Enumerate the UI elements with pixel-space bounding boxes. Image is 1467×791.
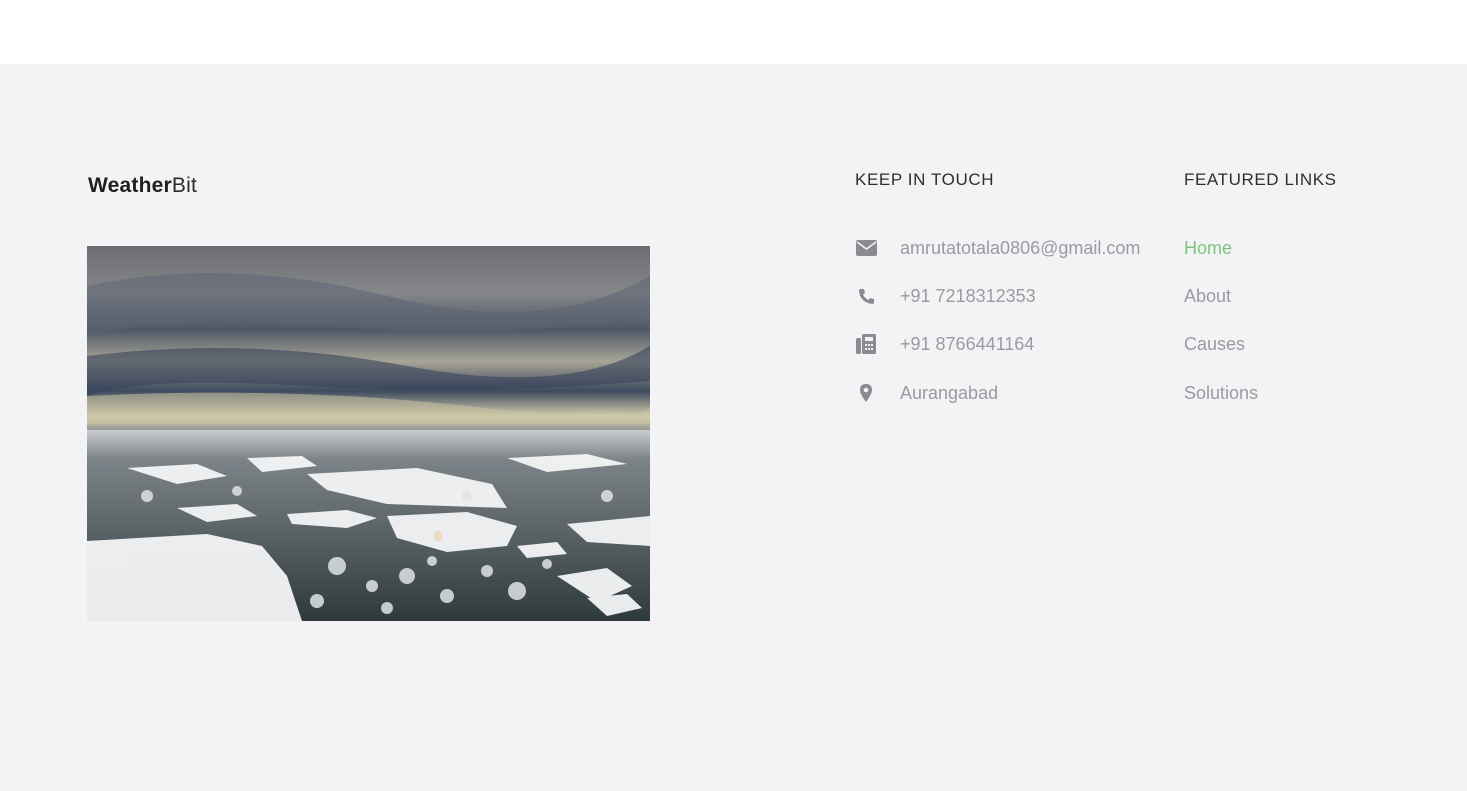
- contact-email-text: amrutatotala0806@gmail.com: [900, 237, 1141, 258]
- contact-email[interactable]: amrutatotala0806@gmail.com: [855, 236, 1140, 260]
- brand-logo[interactable]: WeatherBit: [88, 174, 197, 198]
- top-strip: [0, 0, 1467, 64]
- phone-icon: [855, 285, 877, 307]
- footer-link-causes[interactable]: Causes: [1184, 332, 1245, 356]
- brand-bold: Weather: [88, 174, 172, 197]
- contact-phone[interactable]: +91 7218312353: [855, 284, 1036, 308]
- footer: WeatherBit KEEP IN TOUCH amrutatotala080…: [0, 64, 1467, 791]
- map-marker-icon: [855, 382, 877, 404]
- contact-section-title: KEEP IN TOUCH: [855, 170, 995, 189]
- footer-link-about[interactable]: About: [1184, 284, 1231, 308]
- arctic-sea-ice-photo: [87, 246, 650, 621]
- featured-links-title: FEATURED LINKS: [1184, 170, 1337, 189]
- contact-fax-text: +91 8766441164: [900, 333, 1035, 354]
- brand-light: Bit: [171, 174, 197, 197]
- envelope-icon: [855, 237, 877, 259]
- contact-location-text: Aurangabad: [900, 382, 999, 403]
- footer-link-solutions[interactable]: Solutions: [1184, 381, 1258, 405]
- footer-link-home[interactable]: Home: [1184, 236, 1232, 260]
- contact-location[interactable]: Aurangabad: [855, 381, 998, 405]
- contact-phone-text: +91 7218312353: [900, 285, 1036, 306]
- contact-fax[interactable]: +91 8766441164: [855, 332, 1034, 356]
- fax-icon: [855, 333, 877, 355]
